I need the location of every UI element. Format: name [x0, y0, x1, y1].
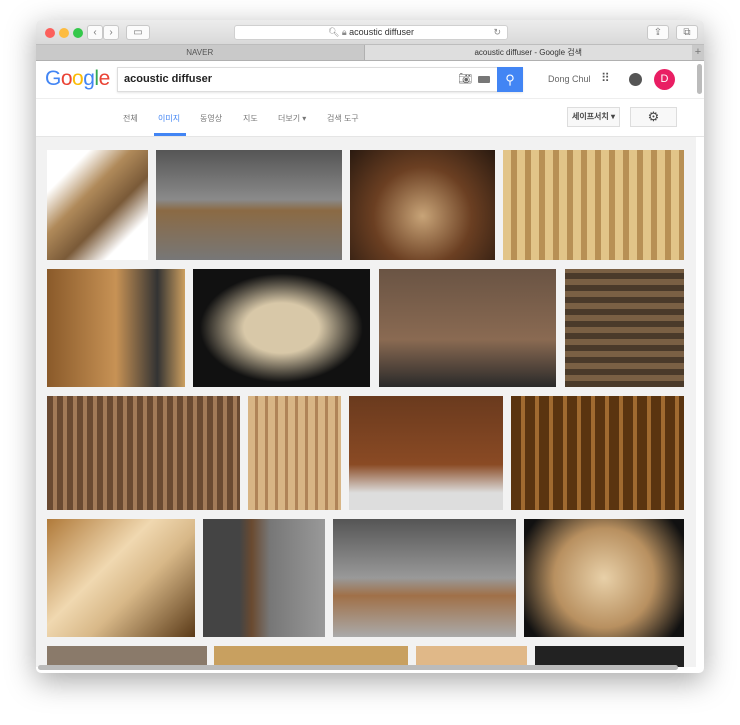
image-result[interactable]	[248, 396, 341, 510]
tab-images[interactable]: 이미지	[158, 113, 180, 124]
tabs-overview-icon[interactable]: ⧉	[676, 25, 698, 40]
sidebar-icon[interactable]: ▭	[126, 25, 150, 40]
image-result[interactable]	[47, 519, 195, 637]
camera-icon[interactable]: 📷︎	[458, 72, 472, 85]
settings-icon[interactable]: ⚙	[630, 107, 677, 127]
horizontal-scrollbar[interactable]	[38, 665, 678, 670]
zoom-button[interactable]	[73, 28, 83, 38]
image-result[interactable]	[524, 519, 684, 637]
tab-naver[interactable]: NAVER	[36, 45, 364, 60]
title-bar: ‹ › ▭ 🔍︎ 🔒︎ acoustic diffuser ↻ ⇪ ⧉	[36, 20, 704, 45]
google-header: Google acoustic diffuser 📷︎ ⚲ Dong Chul …	[36, 61, 704, 99]
browser-window: ‹ › ▭ 🔍︎ 🔒︎ acoustic diffuser ↻ ⇪ ⧉ NAVER…	[36, 20, 704, 673]
search-box[interactable]: acoustic diffuser 📷︎	[117, 67, 523, 92]
image-result[interactable]	[203, 519, 325, 637]
apps-icon[interactable]: ⠿	[601, 71, 610, 85]
image-result[interactable]	[349, 396, 503, 510]
google-logo[interactable]: Google	[45, 67, 110, 91]
image-result[interactable]	[511, 396, 684, 510]
close-button[interactable]	[45, 28, 55, 38]
tab-search-tools[interactable]: 검색 도구	[327, 113, 359, 124]
new-tab-button[interactable]: +	[692, 45, 704, 60]
tab-more[interactable]: 더보기 ▾	[278, 113, 306, 124]
active-tab-indicator	[154, 133, 186, 136]
tab-all[interactable]: 전체	[123, 113, 138, 124]
image-result[interactable]	[350, 150, 495, 260]
image-result[interactable]	[333, 519, 516, 637]
safesearch-button[interactable]: 세이프서치 ▾	[567, 107, 620, 127]
address-bar[interactable]: 🔍︎ 🔒︎ acoustic diffuser ↻	[234, 25, 508, 40]
image-result[interactable]	[47, 646, 207, 667]
tab-videos[interactable]: 동영상	[200, 113, 222, 124]
search-nav: 전체 이미지 동영상 지도 더보기 ▾ 검색 도구 세이프서치 ▾ ⚙	[36, 99, 704, 137]
lock-icon: 🔍︎ 🔒︎	[327, 27, 350, 37]
url-text: acoustic diffuser	[349, 27, 415, 37]
share-icon[interactable]: ⇪	[647, 25, 669, 40]
back-button[interactable]: ‹	[87, 25, 103, 40]
minimize-button[interactable]	[59, 28, 69, 38]
search-icon: ⚲	[505, 72, 515, 87]
image-result[interactable]	[379, 269, 556, 387]
image-result[interactable]	[214, 646, 408, 667]
forward-button[interactable]: ›	[103, 25, 119, 40]
tab-maps[interactable]: 지도	[243, 113, 258, 124]
image-result[interactable]	[47, 269, 185, 387]
notifications-icon[interactable]	[629, 73, 642, 86]
search-input[interactable]: acoustic diffuser	[124, 73, 212, 85]
image-result[interactable]	[193, 269, 370, 387]
image-results-grid	[36, 137, 696, 667]
image-result[interactable]	[47, 150, 148, 260]
user-name[interactable]: Dong Chul	[548, 74, 591, 84]
tab-google[interactable]: acoustic diffuser - Google 검색	[363, 45, 692, 60]
image-result[interactable]	[47, 396, 240, 510]
image-result[interactable]	[156, 150, 342, 260]
image-result[interactable]	[565, 269, 684, 387]
tab-bar: NAVER acoustic diffuser - Google 검색 +	[36, 45, 704, 61]
avatar[interactable]: D	[654, 69, 675, 90]
reload-icon[interactable]: ↻	[493, 26, 501, 39]
image-result[interactable]	[535, 646, 684, 667]
image-result[interactable]	[503, 150, 684, 260]
vertical-scrollbar[interactable]	[697, 64, 702, 94]
search-button[interactable]: ⚲	[497, 67, 523, 92]
keyboard-icon[interactable]	[478, 76, 490, 83]
image-result[interactable]	[416, 646, 527, 667]
